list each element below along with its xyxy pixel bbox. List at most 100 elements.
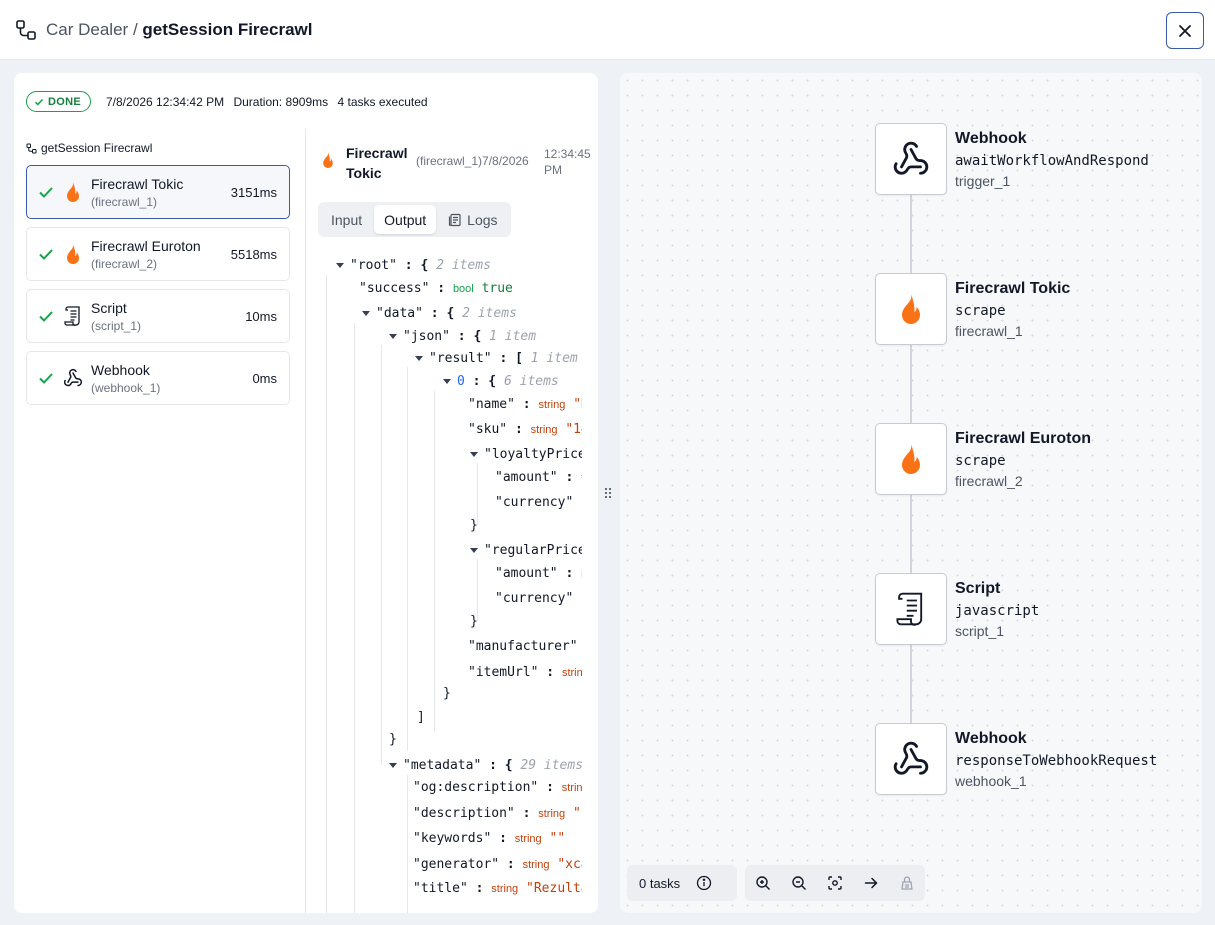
json-node-data[interactable]: "data" : { 2 items bbox=[362, 305, 517, 323]
json-node-json[interactable]: "json" : { 1 item bbox=[389, 328, 536, 346]
json-key: "keywords" bbox=[413, 831, 492, 846]
workflow-canvas[interactable]: Webhook awaitWorkflowAndRespond trigger_… bbox=[620, 73, 1202, 913]
tab-input[interactable]: Input bbox=[321, 205, 372, 234]
json-key: "description" bbox=[413, 806, 515, 821]
task-duration: 0ms bbox=[252, 371, 277, 386]
graph-node-script-1[interactable] bbox=[875, 573, 947, 645]
task-item-webhook-1[interactable]: Webhook (webhook_1) 0ms bbox=[26, 351, 290, 405]
flow-icon bbox=[26, 143, 37, 153]
json-count: 6 items bbox=[503, 374, 559, 389]
task-list: Firecrawl Tokic (firecrawl_1) 3151ms Fir… bbox=[26, 165, 290, 413]
json-node-currency: "currency" : bbox=[495, 494, 582, 512]
breadcrumb-project[interactable]: Car Dealer bbox=[46, 20, 128, 39]
graph-node-trigger-1[interactable] bbox=[875, 123, 947, 195]
json-output-viewer[interactable]: "root" : { 2 items "success" : bool true… bbox=[306, 249, 582, 913]
close-button[interactable] bbox=[1166, 12, 1204, 49]
check-icon bbox=[39, 373, 53, 384]
tab-logs[interactable]: Logs bbox=[438, 205, 507, 234]
indent-guide bbox=[434, 391, 435, 731]
scroll-icon bbox=[896, 592, 923, 626]
json-key: "data" bbox=[376, 306, 423, 321]
task-id: (firecrawl_2) bbox=[91, 257, 158, 271]
run-tasks-executed: 4 tasks executed bbox=[337, 95, 428, 109]
fire-icon bbox=[902, 444, 920, 474]
fit-view-button[interactable] bbox=[817, 865, 853, 901]
json-node-amount: "amount" : flo bbox=[495, 469, 582, 487]
detail-task-name: Firecrawl Tokic bbox=[346, 145, 408, 181]
zoom-out-icon bbox=[792, 876, 806, 890]
node-id: script_1 bbox=[955, 623, 1005, 639]
lock-button[interactable] bbox=[889, 865, 925, 901]
detail-date: 7/8/2026 bbox=[482, 154, 529, 168]
json-node-amount: "amount" : int bbox=[495, 565, 582, 583]
edge bbox=[910, 495, 912, 573]
edge bbox=[910, 645, 912, 723]
json-key: "root" bbox=[350, 258, 397, 273]
json-close-brace: } bbox=[470, 614, 478, 629]
json-key: "generator" bbox=[413, 857, 500, 872]
json-key: "itemUrl" bbox=[468, 665, 539, 680]
status-badge: DONE bbox=[26, 91, 91, 112]
json-close-brace: } bbox=[470, 518, 478, 533]
node-subtitle: scrape bbox=[955, 303, 1006, 319]
json-count: 29 items bbox=[520, 758, 582, 773]
json-node-item-url: "itemUrl" : strin bbox=[468, 665, 582, 680]
fire-icon bbox=[67, 182, 79, 202]
json-node-root[interactable]: "root" : { 2 items bbox=[336, 257, 491, 275]
node-title: Webhook bbox=[955, 130, 1027, 147]
json-value: "F bbox=[572, 806, 582, 821]
indent-guide bbox=[407, 367, 408, 751]
graph-node-webhook-1[interactable] bbox=[875, 723, 947, 795]
task-item-script-1[interactable]: Script (script_1) 10ms bbox=[26, 289, 290, 343]
task-item-firecrawl-1[interactable]: Firecrawl Tokic (firecrawl_1) 3151ms bbox=[26, 165, 290, 219]
zoom-in-button[interactable] bbox=[745, 865, 781, 901]
json-value: true bbox=[481, 281, 513, 296]
json-node-regular-price[interactable]: "regularPrice" bbox=[470, 542, 582, 560]
lock-icon bbox=[901, 876, 913, 890]
json-key: "regularPrice" bbox=[484, 543, 582, 558]
fire-icon bbox=[902, 294, 920, 324]
indent-guide bbox=[326, 275, 327, 913]
zoom-out-button[interactable] bbox=[781, 865, 817, 901]
json-node-index-0[interactable]: 0 : { 6 items bbox=[443, 373, 559, 391]
json-close-bracket: ] bbox=[417, 710, 425, 725]
flow-title-label: getSession Firecrawl bbox=[41, 141, 153, 155]
json-node-metadata[interactable]: "metadata" : { 29 items bbox=[389, 757, 582, 775]
webhook-icon bbox=[63, 368, 82, 387]
check-icon bbox=[34, 98, 44, 106]
indent-guide bbox=[354, 323, 355, 913]
json-key: "currency" bbox=[495, 591, 574, 606]
node-subtitle: scrape bbox=[955, 453, 1006, 469]
node-subtitle: javascript bbox=[955, 603, 1040, 619]
json-node-loyalty-price[interactable]: "loyaltyPrice" bbox=[470, 446, 582, 464]
graph-node-firecrawl-2[interactable] bbox=[875, 423, 947, 495]
tab-output[interactable]: Output bbox=[374, 205, 437, 234]
json-type: bool bbox=[452, 283, 474, 295]
json-type: int bbox=[581, 568, 582, 580]
json-close-brace: } bbox=[443, 686, 451, 701]
node-title: Firecrawl Tokic bbox=[955, 280, 1071, 297]
task-id: (webhook_1) bbox=[91, 381, 161, 395]
fire-icon bbox=[323, 152, 333, 168]
detail-tabs: Input Output Logs bbox=[318, 202, 511, 237]
flow-icon bbox=[16, 20, 36, 40]
json-key: "metadata" bbox=[403, 758, 482, 773]
task-id: (script_1) bbox=[91, 319, 142, 333]
json-key: "amount" bbox=[495, 566, 558, 581]
json-node-result[interactable]: "result" : [ 1 item bbox=[415, 350, 578, 368]
indent-guide bbox=[477, 559, 478, 621]
layout-direction-button[interactable] bbox=[853, 865, 889, 901]
detail-time: 12:34:45 PM bbox=[544, 147, 591, 177]
json-node-currency: "currency" : bbox=[495, 590, 582, 608]
info-icon[interactable] bbox=[696, 875, 712, 891]
task-name: Webhook bbox=[91, 362, 150, 378]
graph-node-firecrawl-1[interactable] bbox=[875, 273, 947, 345]
json-value: "14 bbox=[565, 422, 582, 437]
edge bbox=[910, 345, 912, 423]
json-key: "loyaltyPrice" bbox=[484, 447, 582, 462]
node-id: trigger_1 bbox=[955, 173, 1011, 189]
task-item-firecrawl-2[interactable]: Firecrawl Euroton (firecrawl_2) 5518ms bbox=[26, 227, 290, 281]
json-key: 0 bbox=[457, 374, 465, 389]
json-node-success: "success" : bool true bbox=[359, 281, 513, 296]
resize-handle-icon[interactable] bbox=[604, 487, 612, 499]
